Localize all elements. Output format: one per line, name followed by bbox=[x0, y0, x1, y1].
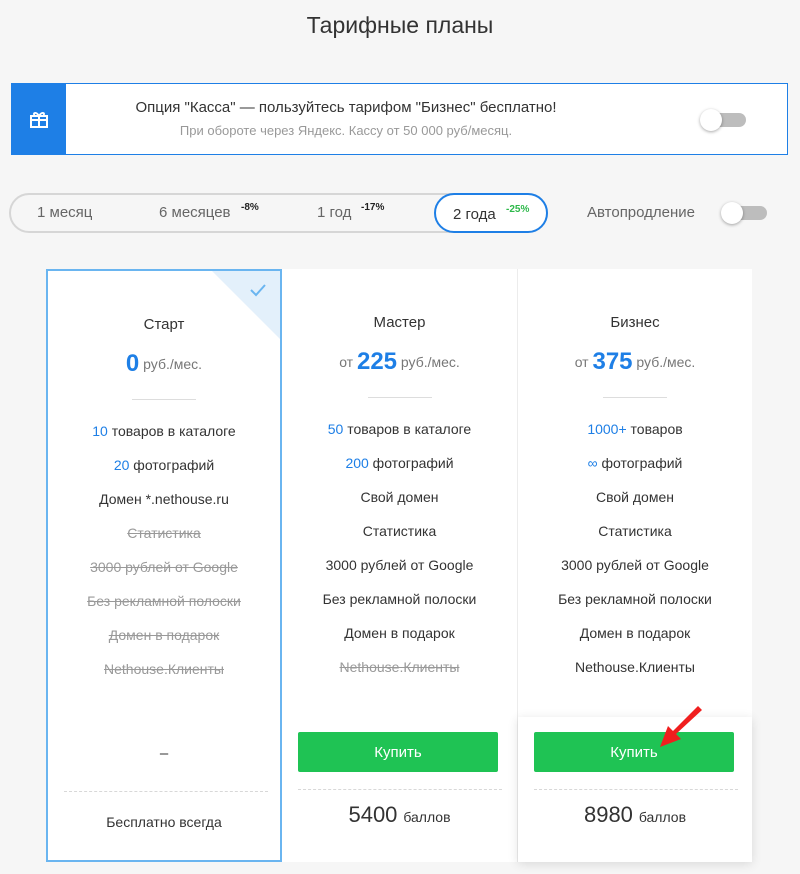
plan-price: от 225 руб./мес. bbox=[282, 348, 517, 376]
period-discount: -25% bbox=[506, 204, 530, 215]
red-arrow-pointer-icon bbox=[660, 706, 702, 747]
price-prefix: от bbox=[574, 354, 589, 370]
price-amount: 225 bbox=[356, 348, 398, 375]
feature-domain-gift: Домен в подарок bbox=[579, 625, 691, 641]
feature-products: 10 товаров в каталоге bbox=[92, 423, 236, 439]
autorenew-label: Автопродление bbox=[587, 204, 696, 221]
feature-google-bonus: 3000 рублей от Google bbox=[90, 559, 238, 575]
card-divider bbox=[534, 789, 738, 790]
pricing-plans: Старт 0 руб./мес. 10 товаров в каталоге … bbox=[46, 269, 752, 862]
period-option-6-months[interactable]: 6 месяцев -8% bbox=[129, 193, 279, 233]
buy-button-master[interactable]: Купить bbox=[298, 732, 498, 772]
plan-points: 5400 баллов bbox=[282, 802, 517, 828]
plan-card-master[interactable]: Мастер от 225 руб./мес. 50 товаров в кат… bbox=[282, 269, 518, 862]
feature-google-bonus: 3000 рублей от Google bbox=[561, 557, 709, 573]
period-label: 6 месяцев bbox=[159, 204, 231, 221]
feature-products: 1000+ товаров bbox=[587, 421, 683, 437]
feature-clients: Nethouse.Клиенты bbox=[575, 659, 695, 675]
price-divider bbox=[603, 397, 667, 398]
feature-domain-gift: Домен в подарок bbox=[108, 627, 220, 643]
plan-name: Бизнес bbox=[610, 314, 660, 331]
price-amount: 375 bbox=[592, 348, 633, 375]
feature-photos: 200 фотографий bbox=[345, 455, 454, 471]
period-option-1-year[interactable]: 1 год -17% bbox=[289, 193, 429, 233]
plan-name: Старт bbox=[143, 316, 185, 333]
feature-domain-gift: Домен в подарок bbox=[344, 625, 455, 641]
points-value: 5400 bbox=[348, 802, 398, 827]
price-unit: руб./мес. bbox=[143, 356, 203, 372]
feature-photos: 20 фотографий bbox=[113, 457, 215, 473]
period-label: 2 года bbox=[453, 206, 496, 223]
plan-card-start[interactable]: Старт 0 руб./мес. 10 товаров в каталоге … bbox=[46, 269, 282, 862]
feature-no-ads: Без рекламной полоски bbox=[322, 591, 477, 607]
kassa-promo-banner: Опция "Касса" — пользуйтесь тарифом "Биз… bbox=[11, 83, 788, 155]
feature-domain: Свой домен bbox=[360, 489, 439, 505]
autorenew-toggle[interactable] bbox=[721, 202, 767, 224]
feature-no-ads: Без рекламной полоски bbox=[558, 591, 712, 607]
page-title: Тарифные планы bbox=[306, 12, 494, 38]
price-divider bbox=[367, 397, 432, 398]
period-option-1-month[interactable]: 1 месяц bbox=[9, 193, 124, 233]
feature-domain: Домен *.nethouse.ru bbox=[99, 491, 229, 507]
points-value: 8980 bbox=[583, 802, 633, 827]
billing-period-selector: 1 месяц 6 месяцев -8% 1 год -17% 2 года … bbox=[9, 193, 548, 233]
plan-price: 0 руб./мес. bbox=[48, 350, 280, 378]
period-label: 1 год bbox=[317, 204, 352, 221]
plan-footer-text: Бесплатно всегда bbox=[106, 814, 222, 830]
period-label: 1 месяц bbox=[37, 204, 93, 221]
card-divider bbox=[298, 789, 502, 790]
plan-price: от 375 руб./мес. bbox=[518, 348, 752, 376]
feature-google-bonus: 3000 рублей от Google bbox=[325, 557, 474, 573]
promo-subtitle: При обороте через Яндекс. Кассу от 50 00… bbox=[179, 123, 513, 138]
no-buy-dash: – bbox=[159, 745, 169, 762]
feature-photos: ∞ фотографий bbox=[587, 455, 683, 471]
feature-statistics: Статистика bbox=[127, 525, 201, 541]
feature-products: 50 товаров в каталоге bbox=[327, 421, 472, 437]
period-option-2-years[interactable]: 2 года -25% bbox=[434, 193, 548, 233]
plan-name: Мастер bbox=[373, 314, 426, 331]
price-prefix: от bbox=[339, 354, 354, 370]
period-discount: -17% bbox=[361, 202, 385, 213]
plan-card-business[interactable]: Бизнес от 375 руб./мес. 1000+ товаров ∞ … bbox=[518, 269, 752, 862]
feature-statistics: Статистика bbox=[598, 523, 672, 539]
points-unit: баллов bbox=[638, 809, 687, 825]
kassa-option-toggle[interactable] bbox=[700, 109, 746, 131]
promo-icon-box bbox=[12, 84, 66, 154]
feature-clients: Nethouse.Клиенты bbox=[339, 659, 460, 675]
toggle-knob bbox=[700, 109, 722, 131]
promo-title: Опция "Касса" — пользуйтесь тарифом "Биз… bbox=[135, 99, 557, 116]
card-divider bbox=[64, 791, 268, 792]
feature-no-ads: Без рекламной полоски bbox=[87, 593, 241, 609]
plan-points: 8980 баллов bbox=[518, 802, 752, 828]
price-unit: руб./мес. bbox=[636, 354, 696, 370]
toggle-knob bbox=[721, 202, 743, 224]
feature-statistics: Статистика bbox=[362, 523, 437, 539]
points-unit: баллов bbox=[403, 809, 451, 825]
period-discount: -8% bbox=[241, 202, 259, 213]
price-unit: руб./мес. bbox=[400, 354, 460, 370]
feature-clients: Nethouse.Клиенты bbox=[104, 661, 224, 677]
price-amount: 0 bbox=[125, 350, 140, 377]
feature-domain: Свой домен bbox=[596, 489, 674, 505]
price-divider bbox=[132, 399, 196, 400]
